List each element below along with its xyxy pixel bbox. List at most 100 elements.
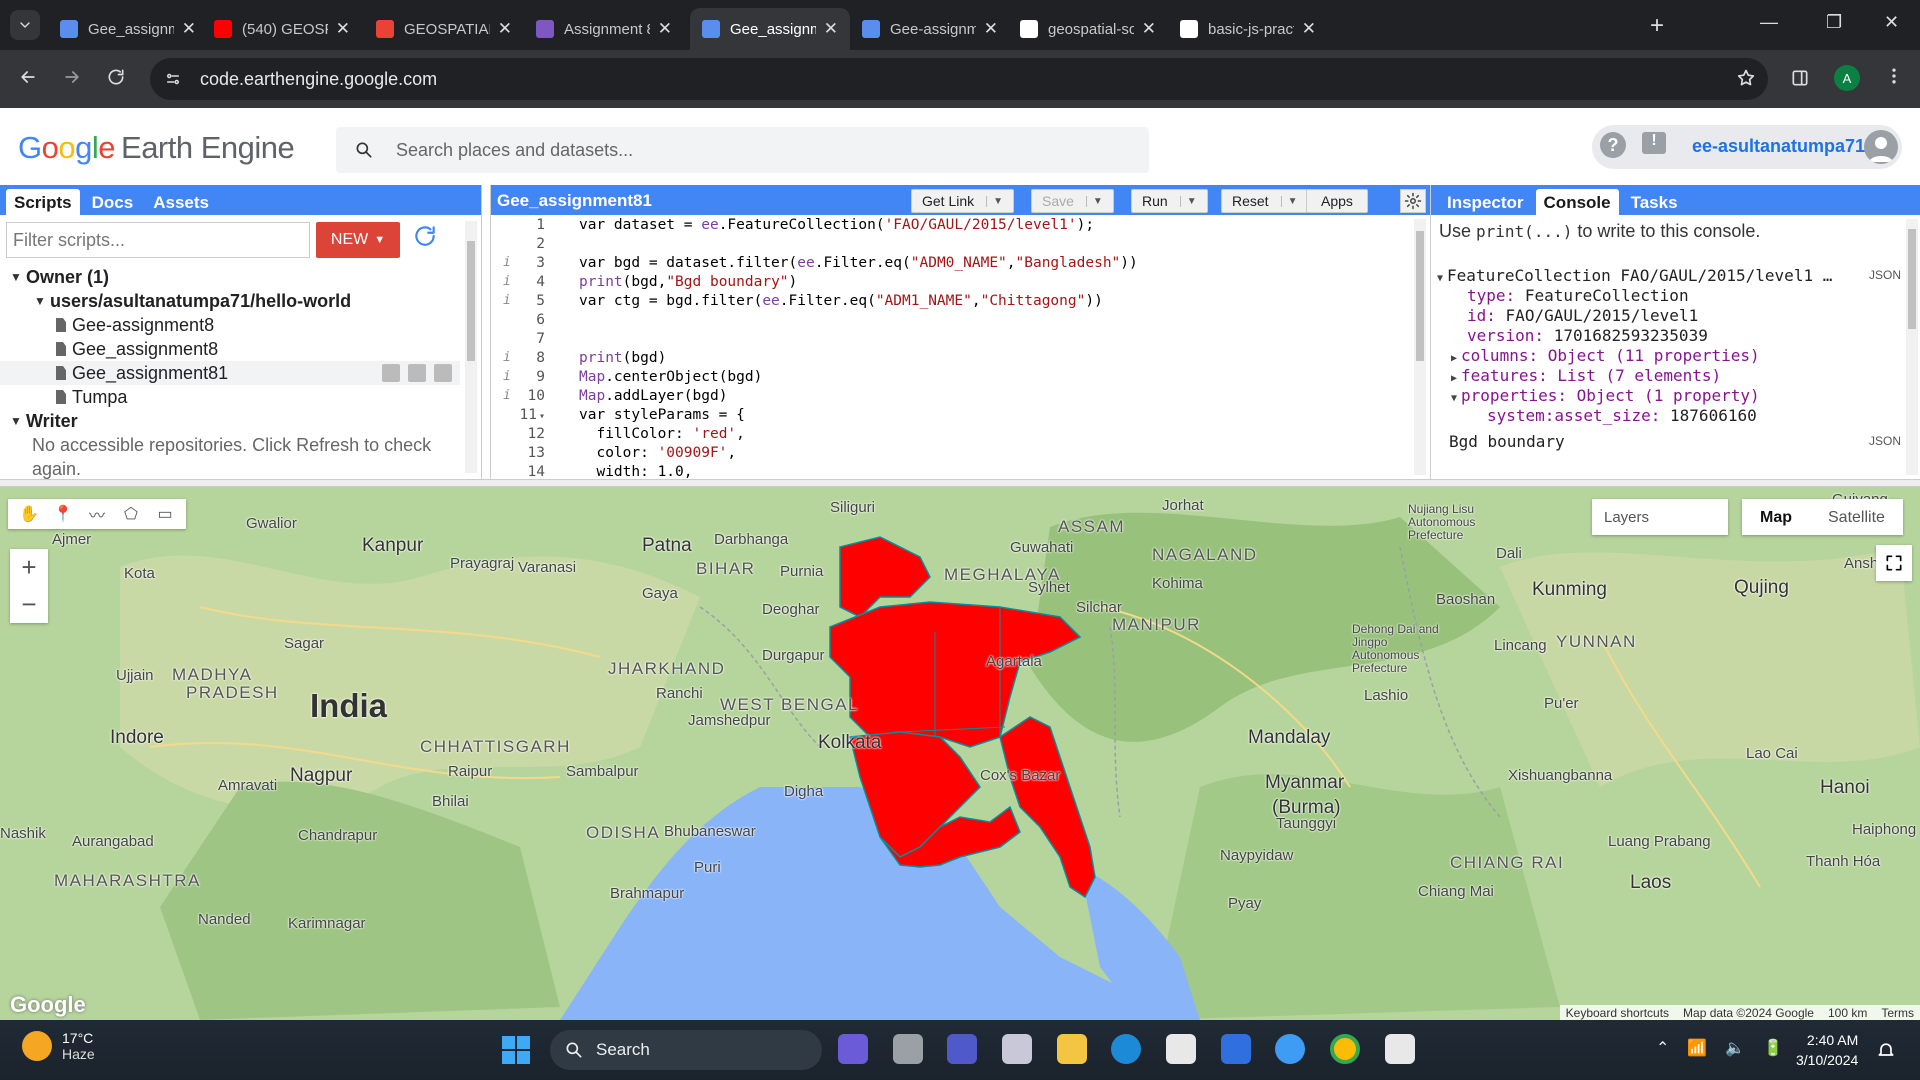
info-icon[interactable]: i	[503, 293, 511, 308]
code-line[interactable]: i 3 var bgd = dataset.filter(ee.Filter.eq(…	[491, 253, 1406, 272]
fullscreen-icon[interactable]	[1876, 545, 1912, 581]
refresh-icon[interactable]	[412, 223, 438, 249]
task-view-icon[interactable]	[893, 1034, 923, 1064]
features-row[interactable]: ▶ features: List (7 elements)	[1431, 366, 1901, 386]
close-tab-icon[interactable]: ✕	[336, 19, 350, 39]
code-line[interactable]: i 10 Map.addLayer(bgd)	[491, 386, 1406, 405]
map-type-map[interactable]: Map	[1742, 499, 1810, 535]
script-file-item[interactable]: Gee-assignment8	[0, 313, 460, 337]
forward-arrow-icon[interactable]	[62, 67, 82, 87]
console-scrollbar[interactable]	[1906, 219, 1918, 475]
fc-header-row[interactable]: ▼ FeatureCollection FAO/GAUL/2015/level1 …	[1431, 266, 1901, 286]
info-icon[interactable]: i	[503, 369, 511, 384]
battery-icon[interactable]: 🔋	[1763, 1038, 1783, 1058]
code-line[interactable]: i 5 var ctg = bgd.filter(ee.Filter.eq("ADM…	[491, 291, 1406, 310]
properties-row[interactable]: ▼ properties: Object (1 property)	[1431, 386, 1901, 406]
notepad-app-icon[interactable]	[1002, 1034, 1032, 1064]
json-button[interactable]: JSON	[1869, 434, 1901, 448]
browser-tab[interactable]: Gee-assignment ✕	[850, 8, 1010, 50]
code-line[interactable]: 14 width: 1.0,	[491, 462, 1406, 480]
browser-tab[interactable]: (540) GEOSPATIA ✕	[202, 8, 362, 50]
feedback-icon[interactable]: !	[1642, 132, 1666, 154]
code-line[interactable]: 13 color: '00909F',	[491, 443, 1406, 462]
code-line[interactable]: i 9 Map.centerObject(bgd)	[491, 367, 1406, 386]
tab-tasks[interactable]: Tasks	[1623, 189, 1686, 215]
help-icon[interactable]: ?	[1600, 132, 1626, 158]
gear-icon[interactable]	[1400, 189, 1426, 213]
notification-bell-icon[interactable]	[1876, 1040, 1896, 1060]
close-tab-icon[interactable]: ✕	[182, 19, 196, 39]
close-tab-icon[interactable]: ✕	[1142, 19, 1156, 39]
tab-assets[interactable]: Assets	[145, 189, 217, 215]
chrome-browser-icon[interactable]	[1330, 1034, 1360, 1064]
reset-button[interactable]: Reset ▼	[1221, 189, 1309, 213]
get-link-button[interactable]: Get Link ▼	[911, 189, 1015, 213]
site-settings-icon[interactable]	[164, 70, 182, 88]
windows-start-icon[interactable]	[502, 1036, 530, 1064]
keyboard-shortcuts-link[interactable]: Keyboard shortcuts	[1566, 1006, 1669, 1020]
project-user-name[interactable]: ee-asultanatumpa71	[1692, 136, 1865, 157]
code-line[interactable]: 7	[491, 329, 1406, 348]
browser-tab[interactable]: Assignment 8 : G ✕	[524, 8, 684, 50]
script-file-item[interactable]: Tumpa	[0, 385, 460, 409]
snipping-tool-icon[interactable]	[1385, 1034, 1415, 1064]
map-canvas[interactable]: India Myanmar (Burma) Laos Kolkata Mandalay Pa…	[0, 487, 1920, 1020]
chevron-up-icon[interactable]: ⌃	[1656, 1038, 1669, 1058]
search-input[interactable]	[396, 139, 1096, 161]
polygon-icon[interactable]: ⬠	[114, 499, 148, 529]
edge-browser-icon[interactable]	[1111, 1034, 1141, 1064]
side-panel-icon[interactable]	[1790, 68, 1810, 88]
close-tab-icon[interactable]: ✕	[658, 19, 672, 39]
code-line[interactable]: 11 ▾ var styleParams = {	[491, 405, 1406, 424]
tree-repo[interactable]: ▼ users/asultanatumpa71/hello-world	[0, 289, 460, 313]
search-box[interactable]	[336, 127, 1149, 173]
editor-scrollbar[interactable]	[1414, 219, 1426, 475]
caret-down-icon[interactable]: ▼	[986, 195, 1003, 207]
scripts-scrollbar[interactable]	[465, 221, 477, 473]
tab-docs[interactable]: Docs	[84, 189, 142, 215]
code-line[interactable]: 12 fillColor: 'red',	[491, 424, 1406, 443]
browser-tab[interactable]: Gee_assignment ✕	[48, 8, 208, 50]
close-tab-icon[interactable]: ✕	[984, 19, 998, 39]
earth-engine-logo[interactable]: Google Earth Engine	[18, 130, 295, 166]
caret-down-icon[interactable]: ▼	[1085, 195, 1103, 207]
new-tab-button[interactable]: +	[1650, 12, 1664, 40]
layers-button[interactable]: Layers	[1592, 499, 1728, 535]
browser-tab[interactable]: basic-js-practice ✕	[1168, 8, 1328, 50]
zoom-out-button[interactable]: −	[10, 586, 48, 623]
teams-app-icon[interactable]	[947, 1034, 977, 1064]
wifi-icon[interactable]: 📶	[1687, 1038, 1707, 1058]
volume-icon[interactable]: 🔈	[1725, 1038, 1745, 1058]
caret-down-icon[interactable]: ▼	[1179, 195, 1197, 207]
delete-icon[interactable]	[434, 364, 452, 382]
hand-pan-icon[interactable]: ✋	[12, 499, 46, 529]
bookmark-star-icon[interactable]	[1736, 68, 1756, 88]
profile-avatar[interactable]: A	[1834, 65, 1860, 91]
rectangle-icon[interactable]: ▭	[148, 499, 182, 529]
apps-button[interactable]: Apps	[1306, 189, 1368, 213]
tree-owner-group[interactable]: ▼ Owner (1)	[0, 265, 460, 289]
taskbar-search[interactable]: Search	[550, 1030, 822, 1070]
browser-tab[interactable]: GEOSPATIAL PRO ✕	[364, 8, 524, 50]
new-script-button[interactable]: NEW ▼	[316, 222, 400, 258]
tab-scripts[interactable]: Scripts	[6, 189, 80, 215]
info-icon[interactable]: i	[503, 350, 511, 365]
terms-link[interactable]: Terms	[1881, 1006, 1914, 1020]
filter-scripts-input[interactable]	[6, 222, 310, 258]
script-file-item[interactable]: Gee_assignment8	[0, 337, 460, 361]
taskbar-clock[interactable]: 2:40 AM 3/10/2024	[1796, 1030, 1858, 1070]
microsoft-store-icon[interactable]	[1166, 1034, 1196, 1064]
weather-widget[interactable]: 17°C Haze	[22, 1030, 95, 1062]
marker-icon[interactable]: 📍	[46, 499, 80, 529]
info-icon[interactable]: i	[503, 274, 511, 289]
code-line[interactable]: 6	[491, 310, 1406, 329]
map-type-satellite[interactable]: Satellite	[1810, 499, 1903, 535]
tab-console[interactable]: Console	[1535, 189, 1619, 215]
browser-tab[interactable]: Gee_assignment ✕	[690, 8, 850, 50]
helper-app-icon[interactable]	[1275, 1034, 1305, 1064]
back-arrow-icon[interactable]	[18, 67, 38, 87]
file-explorer-icon[interactable]	[1057, 1034, 1087, 1064]
close-window-icon[interactable]: ✕	[1884, 12, 1899, 33]
code-area[interactable]: 1 var dataset = ee.FeatureCollection('FAO…	[491, 215, 1406, 480]
close-tab-icon[interactable]: ✕	[1302, 19, 1316, 39]
